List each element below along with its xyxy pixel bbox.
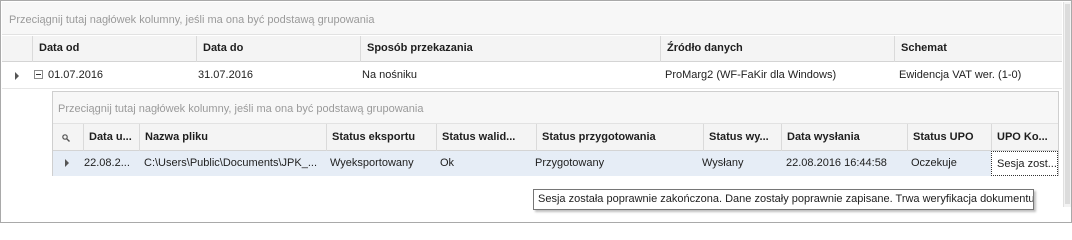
cell-data-od[interactable]: 01.07.2016 — [42, 63, 196, 89]
column-header-schemat[interactable]: Schemat — [894, 36, 1062, 62]
cell-status-upo[interactable]: Oczekuje — [906, 151, 990, 176]
cell-tooltip: Sesja została poprawnie zakończona. Dane… — [533, 189, 1034, 210]
column-header-status-wysylki[interactable]: Status wy... — [703, 124, 781, 151]
column-header-upo-komunikat[interactable]: UPO Ko... — [991, 124, 1058, 151]
master-grid: Przeciągnij tutaj nagłówek kolumny, jeśl… — [0, 0, 1072, 223]
detail-grid: Przeciągnij tutaj nagłówek kolumny, jeśl… — [52, 91, 1059, 176]
detail-header-row: Data u... Nazwa pliku Status eksportu St… — [53, 124, 1058, 151]
cell-schemat[interactable]: Ewidencja VAT wer. (1-0) — [893, 63, 1062, 89]
detail-row[interactable]: 22.08.2... C:\Users\Public\Documents\JPK… — [53, 151, 1058, 176]
current-row-arrow-icon — [15, 72, 19, 80]
column-header-data-utworzenia[interactable]: Data u... — [83, 124, 139, 151]
search-icon[interactable] — [62, 134, 70, 142]
column-header-sposob-przekazania[interactable]: Sposób przekazania — [360, 36, 660, 62]
group-panel[interactable]: Przeciągnij tutaj nagłówek kolumny, jeśl… — [2, 2, 1062, 35]
current-row-arrow-icon — [65, 159, 69, 167]
column-header-status-przygotowania[interactable]: Status przygotowania — [536, 124, 703, 151]
cell-sposob-przekazania[interactable]: Na nośniku — [356, 63, 656, 89]
cell-zrodlo-danych[interactable]: ProMarg2 (WF-FaKir dla Windows) — [659, 63, 893, 89]
column-header-zrodlo-danych[interactable]: Źródło danych — [660, 36, 894, 62]
cell-upo-komunikat[interactable]: Sesja zost... — [991, 151, 1058, 176]
cell-status-wysylki[interactable]: Wysłany — [697, 151, 777, 176]
column-header-data-do[interactable]: Data do — [196, 36, 360, 62]
row-indicator[interactable] — [2, 63, 32, 89]
detail-group-panel-hint: Przeciągnij tutaj nagłówek kolumny, jeśl… — [58, 103, 424, 115]
cell-data-do[interactable]: 31.07.2016 — [192, 63, 356, 89]
column-header-status-walidacji[interactable]: Status walid... — [436, 124, 536, 151]
detail-group-panel[interactable]: Przeciągnij tutaj nagłówek kolumny, jeśl… — [53, 92, 1058, 124]
cell-data-wyslania[interactable]: 22.08.2016 16:44:58 — [781, 151, 907, 176]
column-header-status-eksportu[interactable]: Status eksportu — [326, 124, 436, 151]
cell-data-utworzenia[interactable]: 22.08.2... — [79, 151, 139, 176]
column-header-data-wyslania[interactable]: Data wysłania — [781, 124, 907, 151]
group-panel-hint: Przeciągnij tutaj nagłówek kolumny, jeśl… — [9, 14, 375, 26]
vertical-scrollbar[interactable] — [1063, 2, 1071, 207]
cell-status-walidacji[interactable]: Ok — [435, 151, 535, 176]
cell-nazwa-pliku[interactable]: C:\Users\Public\Documents\JPK_... — [139, 151, 324, 176]
master-header-row: Data od Data do Sposób przekazania Źródł… — [2, 36, 1062, 62]
column-header-nazwa-pliku[interactable]: Nazwa pliku — [139, 124, 326, 151]
master-row[interactable]: 01.07.2016 31.07.2016 Na nośniku ProMarg… — [2, 63, 1062, 89]
cell-status-eksportu[interactable]: Wyeksportowany — [325, 151, 435, 176]
column-header-status-upo[interactable]: Status UPO — [907, 124, 991, 151]
cell-status-przygotowania[interactable]: Przygotowany — [530, 151, 697, 176]
column-header-data-od[interactable]: Data od — [32, 36, 196, 62]
scrollbar-thumb[interactable] — [1065, 4, 1070, 204]
